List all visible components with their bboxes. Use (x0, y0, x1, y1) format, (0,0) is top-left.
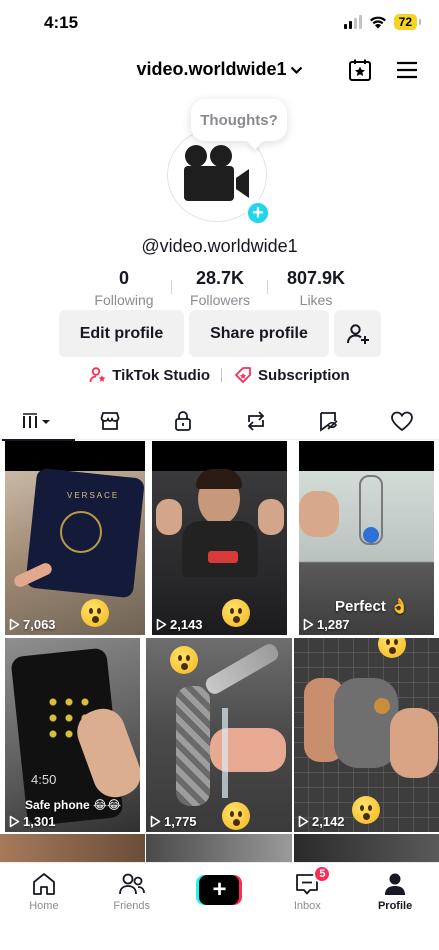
tab-videos[interactable] (0, 402, 75, 441)
profile-handle: @video.worldwide1 (141, 236, 298, 256)
stat-following[interactable]: 0 Following (76, 268, 172, 308)
nav-friends-label: Friends (113, 900, 151, 912)
play-icon (150, 815, 161, 828)
profile-stats: 0 Following 28.7K Followers 807.9K Likes (60, 268, 380, 308)
stat-value: 0 (118, 268, 129, 288)
tab-favorites[interactable] (292, 402, 365, 440)
subscription-label: Subscription (258, 366, 350, 384)
video-thumbnail[interactable]: 4:50 Safe phone 😂😂 1,301 (5, 638, 140, 832)
status-time: 4:15 (44, 13, 79, 32)
tab-reposts[interactable] (219, 402, 292, 440)
thoughts-bubble[interactable]: Thoughts? (191, 99, 287, 141)
create-plus-icon: + (196, 875, 243, 905)
video-thumbnail[interactable]: Perfect 👌 1,287 (299, 441, 434, 635)
nav-home-label: Home (29, 900, 59, 912)
video-views-count: 7,063 (23, 617, 56, 632)
video-views: 7,063 (9, 617, 56, 632)
video-thumbnail[interactable]: VERSACE 7,063 (5, 441, 145, 635)
chevron-down-icon (290, 59, 303, 80)
stat-value: 28.7K (195, 268, 245, 288)
header-username: video.worldwide1 (136, 59, 287, 79)
nav-profile-label: Profile (377, 900, 413, 912)
status-indicators: 72 (343, 14, 422, 30)
nav-friends[interactable]: Friends (88, 863, 176, 950)
content-tabs (0, 402, 439, 441)
edit-profile-button[interactable]: Edit profile (59, 310, 184, 357)
add-avatar-button[interactable]: + (245, 200, 271, 226)
video-thumbnail[interactable]: 2,142 (294, 638, 439, 832)
menu-icon[interactable] (393, 56, 421, 84)
share-profile-button[interactable]: Share profile (189, 310, 329, 357)
profile-header: video.worldwide1 (0, 52, 439, 88)
stat-label: Followers (190, 292, 250, 308)
play-icon (156, 618, 167, 631)
stat-label: Following (94, 292, 154, 308)
hidden-liked-icon (319, 412, 338, 432)
video-views-count: 2,142 (312, 814, 345, 829)
bottom-nav: Home Friends + 5 Inbox Profile (0, 862, 439, 950)
video-views-count: 1,287 (317, 617, 350, 632)
video-views: 2,142 (298, 814, 345, 829)
play-icon (303, 618, 314, 631)
video-views: 1,775 (150, 814, 197, 829)
grid-videos-icon (22, 413, 50, 428)
add-person-icon (346, 323, 369, 344)
friends-icon (118, 873, 145, 895)
status-bar: 4:15 72 (0, 0, 439, 48)
tab-liked[interactable] (365, 402, 438, 440)
calendar-star-icon[interactable] (346, 56, 374, 84)
video-thumbnail[interactable] (0, 834, 145, 864)
nav-inbox-label: Inbox (293, 900, 321, 912)
profile-links: TikTok Studio Subscription (0, 366, 439, 384)
lock-icon (174, 411, 191, 431)
play-icon (9, 618, 20, 631)
video-thumbnail[interactable] (146, 834, 292, 864)
video-thumbnail[interactable] (294, 834, 439, 864)
inbox-badge: 5 (313, 865, 332, 883)
video-thumbnail[interactable]: 2,143 (152, 441, 287, 635)
shop-icon (100, 412, 119, 430)
nav-home[interactable]: Home (0, 863, 88, 950)
video-views-count: 1,775 (164, 814, 197, 829)
video-views: 1,301 (9, 814, 56, 829)
create-plus-glyph: + (199, 875, 240, 905)
tiktok-studio-link[interactable]: TikTok Studio (89, 366, 210, 384)
battery-indicator: 72 (393, 14, 422, 30)
video-views-count: 1,301 (23, 814, 56, 829)
video-views-count: 2,143 (170, 617, 203, 632)
play-icon (298, 815, 309, 828)
nav-create[interactable]: + (176, 863, 264, 950)
stat-label: Likes (299, 292, 333, 308)
nav-inbox[interactable]: 5 Inbox (263, 863, 351, 950)
video-caption: Perfect 👌 (335, 598, 409, 615)
video-caption: Safe phone 😂😂 (25, 798, 122, 812)
thoughts-text: Thoughts? (200, 111, 278, 129)
subscription-link[interactable]: Subscription (233, 366, 350, 384)
nav-profile[interactable]: Profile (351, 863, 439, 950)
profile-icon (385, 873, 406, 895)
video-thumbnail[interactable]: 1,775 (146, 638, 292, 832)
link-divider (221, 368, 223, 382)
video-views: 2,143 (156, 617, 203, 632)
stat-likes[interactable]: 807.9K Likes (267, 268, 364, 308)
stat-followers[interactable]: 28.7K Followers (171, 268, 268, 308)
repost-icon (247, 411, 264, 431)
video-views: 1,287 (303, 617, 350, 632)
subscription-tag-icon (235, 367, 251, 383)
stat-value: 807.9K (286, 268, 346, 288)
profile-actions: Edit profile Share profile (59, 310, 381, 357)
tab-shop[interactable] (73, 402, 146, 440)
tiktok-studio-label: TikTok Studio (112, 366, 211, 384)
home-icon (32, 873, 55, 895)
wifi-icon (369, 16, 386, 29)
heart-icon (390, 411, 413, 432)
tab-private[interactable] (146, 402, 219, 440)
play-icon (9, 815, 20, 828)
studio-person-icon (89, 367, 106, 383)
add-friend-button[interactable] (334, 310, 381, 357)
video-camera-icon (184, 145, 249, 201)
signal-icon (343, 15, 362, 29)
